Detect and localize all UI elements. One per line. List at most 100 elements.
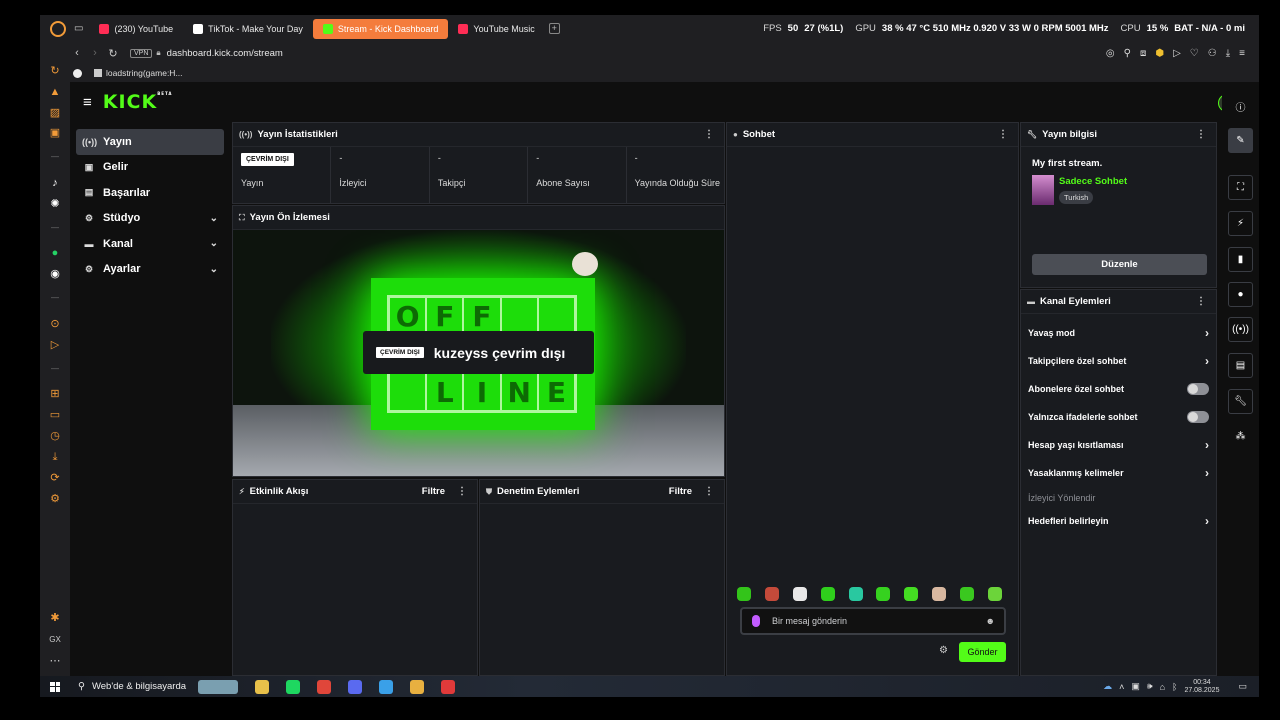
emote-icon[interactable] <box>737 587 751 601</box>
gear-icon[interactable]: ⚙ <box>49 493 61 505</box>
bookmark-item[interactable]: loadstring(game:H... <box>106 68 183 78</box>
notifications-icon[interactable]: ▭ <box>1238 681 1247 692</box>
shield-icon[interactable]: ⬢ <box>1155 48 1164 59</box>
taskbar-app-icon[interactable] <box>379 679 394 694</box>
activity-filter-button[interactable]: Filtre <box>422 486 445 497</box>
chatgpt-icon[interactable]: ✺ <box>49 198 61 210</box>
kick-logo[interactable]: KICKBETA <box>103 91 173 113</box>
edit-button[interactable]: Düzenle <box>1032 254 1207 275</box>
windows-start-icon[interactable] <box>50 681 60 692</box>
aria-icon[interactable]: ▲ <box>49 86 61 98</box>
channel-action-item[interactable]: Hesap yaşı kısıtlaması › <box>1028 435 1209 455</box>
network-icon[interactable]: ⌂ <box>1160 682 1165 692</box>
nav-item-2[interactable]: ▤ Başarılar <box>76 180 224 206</box>
browser-tab[interactable]: YouTube Music <box>448 19 544 39</box>
wallet-icon[interactable]: ▭ <box>49 409 61 421</box>
nav-item-3[interactable]: ⚙ Stüdyo ⌄ <box>76 206 224 232</box>
edit-icon[interactable]: ✎ <box>1228 128 1253 153</box>
nav-item-1[interactable]: ▣ Gelir <box>76 155 224 181</box>
toggle-switch[interactable] <box>1187 411 1209 423</box>
workspace-icon[interactable]: ▣ <box>49 127 61 139</box>
nav-item-5[interactable]: ⚙ Ayarlar ⌄ <box>76 257 224 283</box>
taskbar-app-icon[interactable] <box>286 679 301 694</box>
emote-icon[interactable] <box>904 587 919 601</box>
send-button[interactable]: Gönder <box>959 642 1006 662</box>
taskbar-app-icon[interactable] <box>441 679 456 694</box>
chat-settings-icon[interactable]: ⚙ <box>939 645 948 656</box>
discord-icon[interactable]: ◉ <box>49 268 61 280</box>
downloads-icon[interactable]: ⤓ <box>49 451 61 463</box>
emote-icon[interactable] <box>987 587 1002 601</box>
taskbar-app-icon[interactable] <box>348 679 363 694</box>
add-tab-button[interactable]: + <box>548 23 560 34</box>
info-icon[interactable]: ⓘ <box>1228 94 1253 119</box>
chat-input[interactable]: Bir mesaj gönderin ☻ <box>740 607 1006 635</box>
vpn-badge[interactable]: VPN <box>130 48 153 58</box>
flow-icon[interactable]: ⟳ <box>49 472 61 484</box>
taskbar-app-icon[interactable] <box>410 679 425 694</box>
wrench-tool-icon[interactable]: 🔧︎ <box>1228 389 1253 414</box>
bolt-tool-icon[interactable]: ⚡︎ <box>1228 211 1253 236</box>
clock[interactable]: 00:34 27.08.2025 <box>1184 679 1219 695</box>
url-field[interactable]: dashboard.kick.com/stream <box>167 48 283 59</box>
volume-icon[interactable]: 🕪︎ <box>1147 681 1153 692</box>
emote-icon[interactable] <box>932 587 947 601</box>
clock-icon[interactable]: ◷ <box>49 430 61 442</box>
layout-icon[interactable]: ▤ <box>1228 353 1253 378</box>
broadcast-tool-icon[interactable]: ((•)) <box>1228 317 1253 342</box>
taskbar-app-icon[interactable] <box>317 679 332 694</box>
crop-icon[interactable]: ⧈ <box>1140 48 1146 59</box>
chat-tool-icon[interactable]: ● <box>1228 282 1253 307</box>
emoji-icon[interactable]: ☻ <box>986 616 995 626</box>
download-icon[interactable]: ⤓ <box>1226 48 1230 59</box>
weather-icon[interactable]: ☁ <box>1103 681 1112 692</box>
snapshot-icon[interactable]: ◎ <box>1106 48 1115 59</box>
gx-icon[interactable]: GX <box>49 634 61 646</box>
more-options-icon[interactable]: ⋮ <box>704 129 714 140</box>
taskbar-app-icon[interactable] <box>198 679 239 694</box>
ai-icon[interactable]: ▨ <box>49 107 61 119</box>
bluetooth-icon[interactable]: ᛒ <box>1172 682 1177 692</box>
chevron-up-icon[interactable]: ˄ <box>1119 682 1124 692</box>
heart-icon[interactable]: ♡ <box>1190 48 1199 59</box>
hamburger-menu-icon[interactable]: ≡ <box>83 94 92 111</box>
document-icon[interactable]: ▮ <box>1228 247 1253 272</box>
pin-icon[interactable]: ⚲ <box>1124 48 1131 59</box>
browser-tab[interactable]: TikTok - Make Your Day <box>183 19 313 39</box>
emote-icon[interactable] <box>960 587 974 601</box>
emote-icon[interactable] <box>848 587 863 601</box>
channel-action-item[interactable]: Abonelere özel sohbet <box>1028 379 1209 399</box>
more-options-icon[interactable]: ⋮ <box>704 486 714 497</box>
nav-item-4[interactable]: ▬ Kanal ⌄ <box>76 231 224 257</box>
channel-action-item[interactable]: Takipçilere özel sohbet › <box>1028 351 1209 371</box>
emote-icon[interactable] <box>792 587 807 601</box>
profile-icon[interactable]: ⚇ <box>1208 48 1217 59</box>
opera-logo-icon[interactable] <box>50 20 66 37</box>
channel-action-item[interactable]: Yavaş mod › <box>1028 323 1209 343</box>
taskbar-search[interactable]: ⚲ Web'de & bilgisayarda <box>78 681 186 692</box>
channel-action-item[interactable]: Yalnızca ifadelerle sohbet <box>1028 407 1209 427</box>
stream-category[interactable]: Sadece Sohbet <box>1059 176 1127 187</box>
mods-icon[interactable]: ✱ <box>49 612 61 624</box>
play-icon[interactable]: ▷ <box>1173 48 1181 59</box>
extensions-icon[interactable]: ⊞ <box>49 388 61 400</box>
emote-icon[interactable] <box>876 587 891 601</box>
nav-item-0[interactable]: ((•)) Yayın <box>76 129 224 155</box>
player-icon[interactable]: ⊙ <box>49 318 61 330</box>
tray-app-icon[interactable]: ▣ <box>1131 681 1140 692</box>
set-targets-item[interactable]: Hedefleri belirleyin › <box>1028 511 1209 531</box>
more-options-icon[interactable]: ⋮ <box>1196 296 1206 307</box>
more-options-icon[interactable]: ⋮ <box>998 129 1008 140</box>
emote-icon[interactable] <box>764 587 779 601</box>
send-icon[interactable]: ▷ <box>49 339 61 351</box>
tiktok-sidebar-icon[interactable]: ♪ <box>49 177 61 189</box>
more-options-icon[interactable]: ⋮ <box>1196 129 1206 140</box>
lock-icon[interactable]: 🔒︎ <box>156 48 160 58</box>
browser-tab[interactable]: (230) YouTube <box>89 19 183 39</box>
browser-tab[interactable]: Stream - Kick Dashboard <box>312 18 449 39</box>
whatsapp-icon[interactable]: ● <box>49 247 61 259</box>
toggle-switch[interactable] <box>1187 383 1209 395</box>
more-options-icon[interactable]: ⋮ <box>457 486 467 497</box>
history-icon[interactable]: ↻ <box>49 65 61 77</box>
stream-preview[interactable]: OFFLINE ÇEVRİM DIŞI kuzeyss çevrim dışı <box>233 230 724 476</box>
